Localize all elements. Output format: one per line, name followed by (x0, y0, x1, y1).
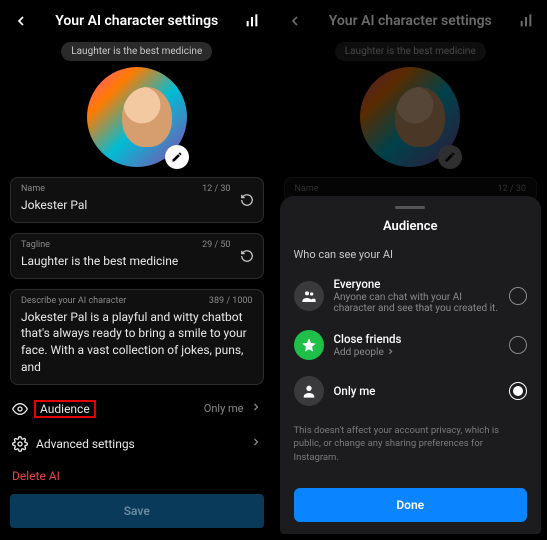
describe-field-count: 389 / 1000 (209, 296, 253, 306)
avatar-container (360, 67, 460, 167)
back-icon[interactable] (284, 10, 306, 32)
analytics-icon[interactable] (241, 10, 263, 32)
audience-sheet: Audience Who can see your AI Everyone An… (280, 196, 542, 534)
option-title: Everyone (334, 277, 500, 291)
done-button[interactable]: Done (294, 488, 528, 522)
sheet-subtitle: Who can see your AI (294, 248, 528, 261)
describe-field[interactable]: Describe your AI character 389 / 1000 Jo… (10, 289, 264, 385)
settings-panel-right: Your AI character settings Laughter is t… (274, 0, 547, 540)
audience-value: Only me (204, 402, 244, 415)
tagline-field-count: 29 / 50 (202, 240, 230, 250)
radio-selected[interactable] (509, 382, 527, 400)
star-icon (294, 330, 324, 360)
tagline-field-value: Laughter is the best medicine (21, 253, 253, 270)
advanced-settings-row[interactable]: Advanced settings (10, 427, 264, 461)
sheet-note: This doesn't affect your account privacy… (294, 424, 528, 464)
caption-pill: Laughter is the best medicine (335, 42, 486, 61)
tagline-field-label: Tagline (21, 240, 50, 250)
sheet-handle[interactable] (395, 206, 425, 209)
name-field-value: Jokester Pal (21, 197, 253, 214)
name-field-count: 12 / 30 (498, 184, 526, 194)
audience-option-everyone[interactable]: Everyone Anyone can chat with your AI ch… (294, 269, 528, 322)
page-title: Your AI character settings (55, 13, 218, 29)
option-desc: Anyone can chat with your AI character a… (334, 292, 500, 314)
chevron-right-icon (386, 347, 395, 359)
people-icon (294, 281, 324, 311)
radio-unselected[interactable] (509, 336, 527, 354)
edit-avatar-button[interactable] (165, 145, 189, 169)
chevron-right-icon (250, 401, 262, 416)
name-field-count: 12 / 30 (202, 184, 230, 194)
radio-unselected[interactable] (509, 287, 527, 305)
eye-icon (12, 401, 28, 417)
chevron-right-icon (250, 436, 262, 451)
refresh-icon[interactable] (239, 192, 255, 208)
person-icon (294, 376, 324, 406)
refresh-icon[interactable] (239, 248, 255, 264)
caption-pill: Laughter is the best medicine (61, 42, 212, 61)
page-title: Your AI character settings (329, 13, 492, 29)
audience-option-close-friends[interactable]: Close friends Add people (294, 322, 528, 368)
delete-ai-button[interactable]: Delete AI (10, 461, 264, 491)
option-title: Only me (334, 384, 500, 398)
describe-field-label: Describe your AI character (21, 296, 126, 306)
name-field-label: Name (21, 184, 45, 194)
header: Your AI character settings (284, 8, 538, 38)
settings-panel-left: Your AI character settings Laughter is t… (0, 0, 274, 540)
back-icon[interactable] (10, 10, 32, 32)
name-field-label: Name (295, 184, 319, 194)
option-title: Close friends (334, 332, 500, 346)
option-desc[interactable]: Add people (334, 347, 500, 359)
describe-field-value: Jokester Pal is a playful and witty chat… (21, 309, 253, 376)
advanced-settings-label: Advanced settings (36, 437, 135, 451)
avatar-container (87, 67, 187, 167)
avatar (360, 67, 460, 167)
sheet-title: Audience (294, 219, 528, 234)
gear-icon (12, 436, 28, 452)
tagline-field[interactable]: Tagline 29 / 50 Laughter is the best med… (10, 233, 264, 279)
name-field[interactable]: Name 12 / 30 Jokester Pal (10, 177, 264, 223)
header: Your AI character settings (10, 8, 264, 38)
save-button[interactable]: Save (10, 494, 264, 528)
audience-label: Audience (34, 400, 96, 418)
audience-row[interactable]: Audience Only me (10, 391, 264, 427)
audience-option-only-me[interactable]: Only me (294, 368, 528, 414)
edit-avatar-button[interactable] (438, 145, 462, 169)
analytics-icon[interactable] (515, 10, 537, 32)
